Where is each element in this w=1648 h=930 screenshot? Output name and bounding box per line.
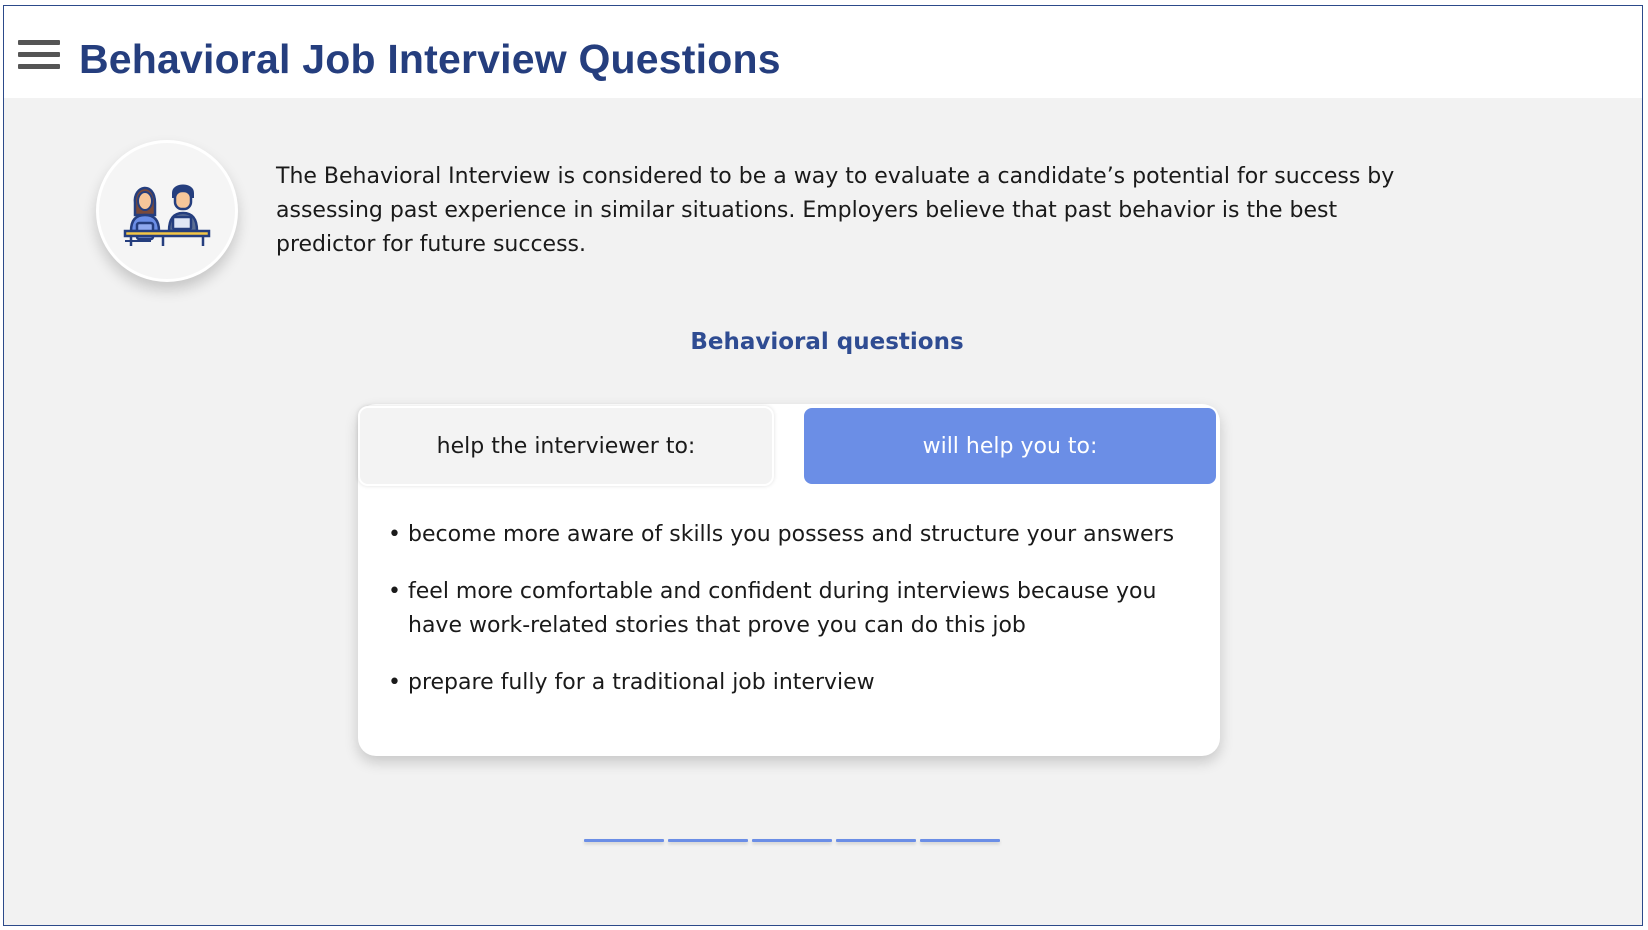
list-item: become more aware of skills you possess …	[388, 518, 1198, 552]
tab-panel: help the interviewer to: will help you t…	[358, 404, 1220, 756]
tab-help-interviewer[interactable]: help the interviewer to:	[358, 406, 774, 486]
slide-pager	[584, 839, 1000, 845]
slide-frame: Behavioral Job Interview Questions The B…	[3, 5, 1643, 926]
pager-dash-2[interactable]	[668, 839, 748, 842]
tab-help-you[interactable]: will help you to:	[802, 406, 1218, 486]
page-title: Behavioral Job Interview Questions	[79, 36, 781, 82]
list-item: feel more comfortable and confident duri…	[388, 575, 1198, 643]
header-bar: Behavioral Job Interview Questions	[4, 6, 1642, 98]
list-item: prepare fully for a traditional job inte…	[388, 666, 1198, 700]
section-heading: Behavioral questions	[690, 329, 964, 355]
bullet-list: become more aware of skills you possess …	[388, 518, 1198, 723]
pager-dash-3[interactable]	[752, 839, 832, 842]
interview-people-icon	[123, 184, 211, 246]
pager-dash-5[interactable]	[920, 839, 1000, 842]
pager-dash-4[interactable]	[836, 839, 916, 842]
intro-paragraph: The Behavioral Interview is considered t…	[276, 164, 1395, 257]
pager-dash-1[interactable]	[584, 839, 664, 842]
hamburger-menu-icon[interactable]	[18, 40, 60, 70]
avatar	[96, 140, 238, 282]
